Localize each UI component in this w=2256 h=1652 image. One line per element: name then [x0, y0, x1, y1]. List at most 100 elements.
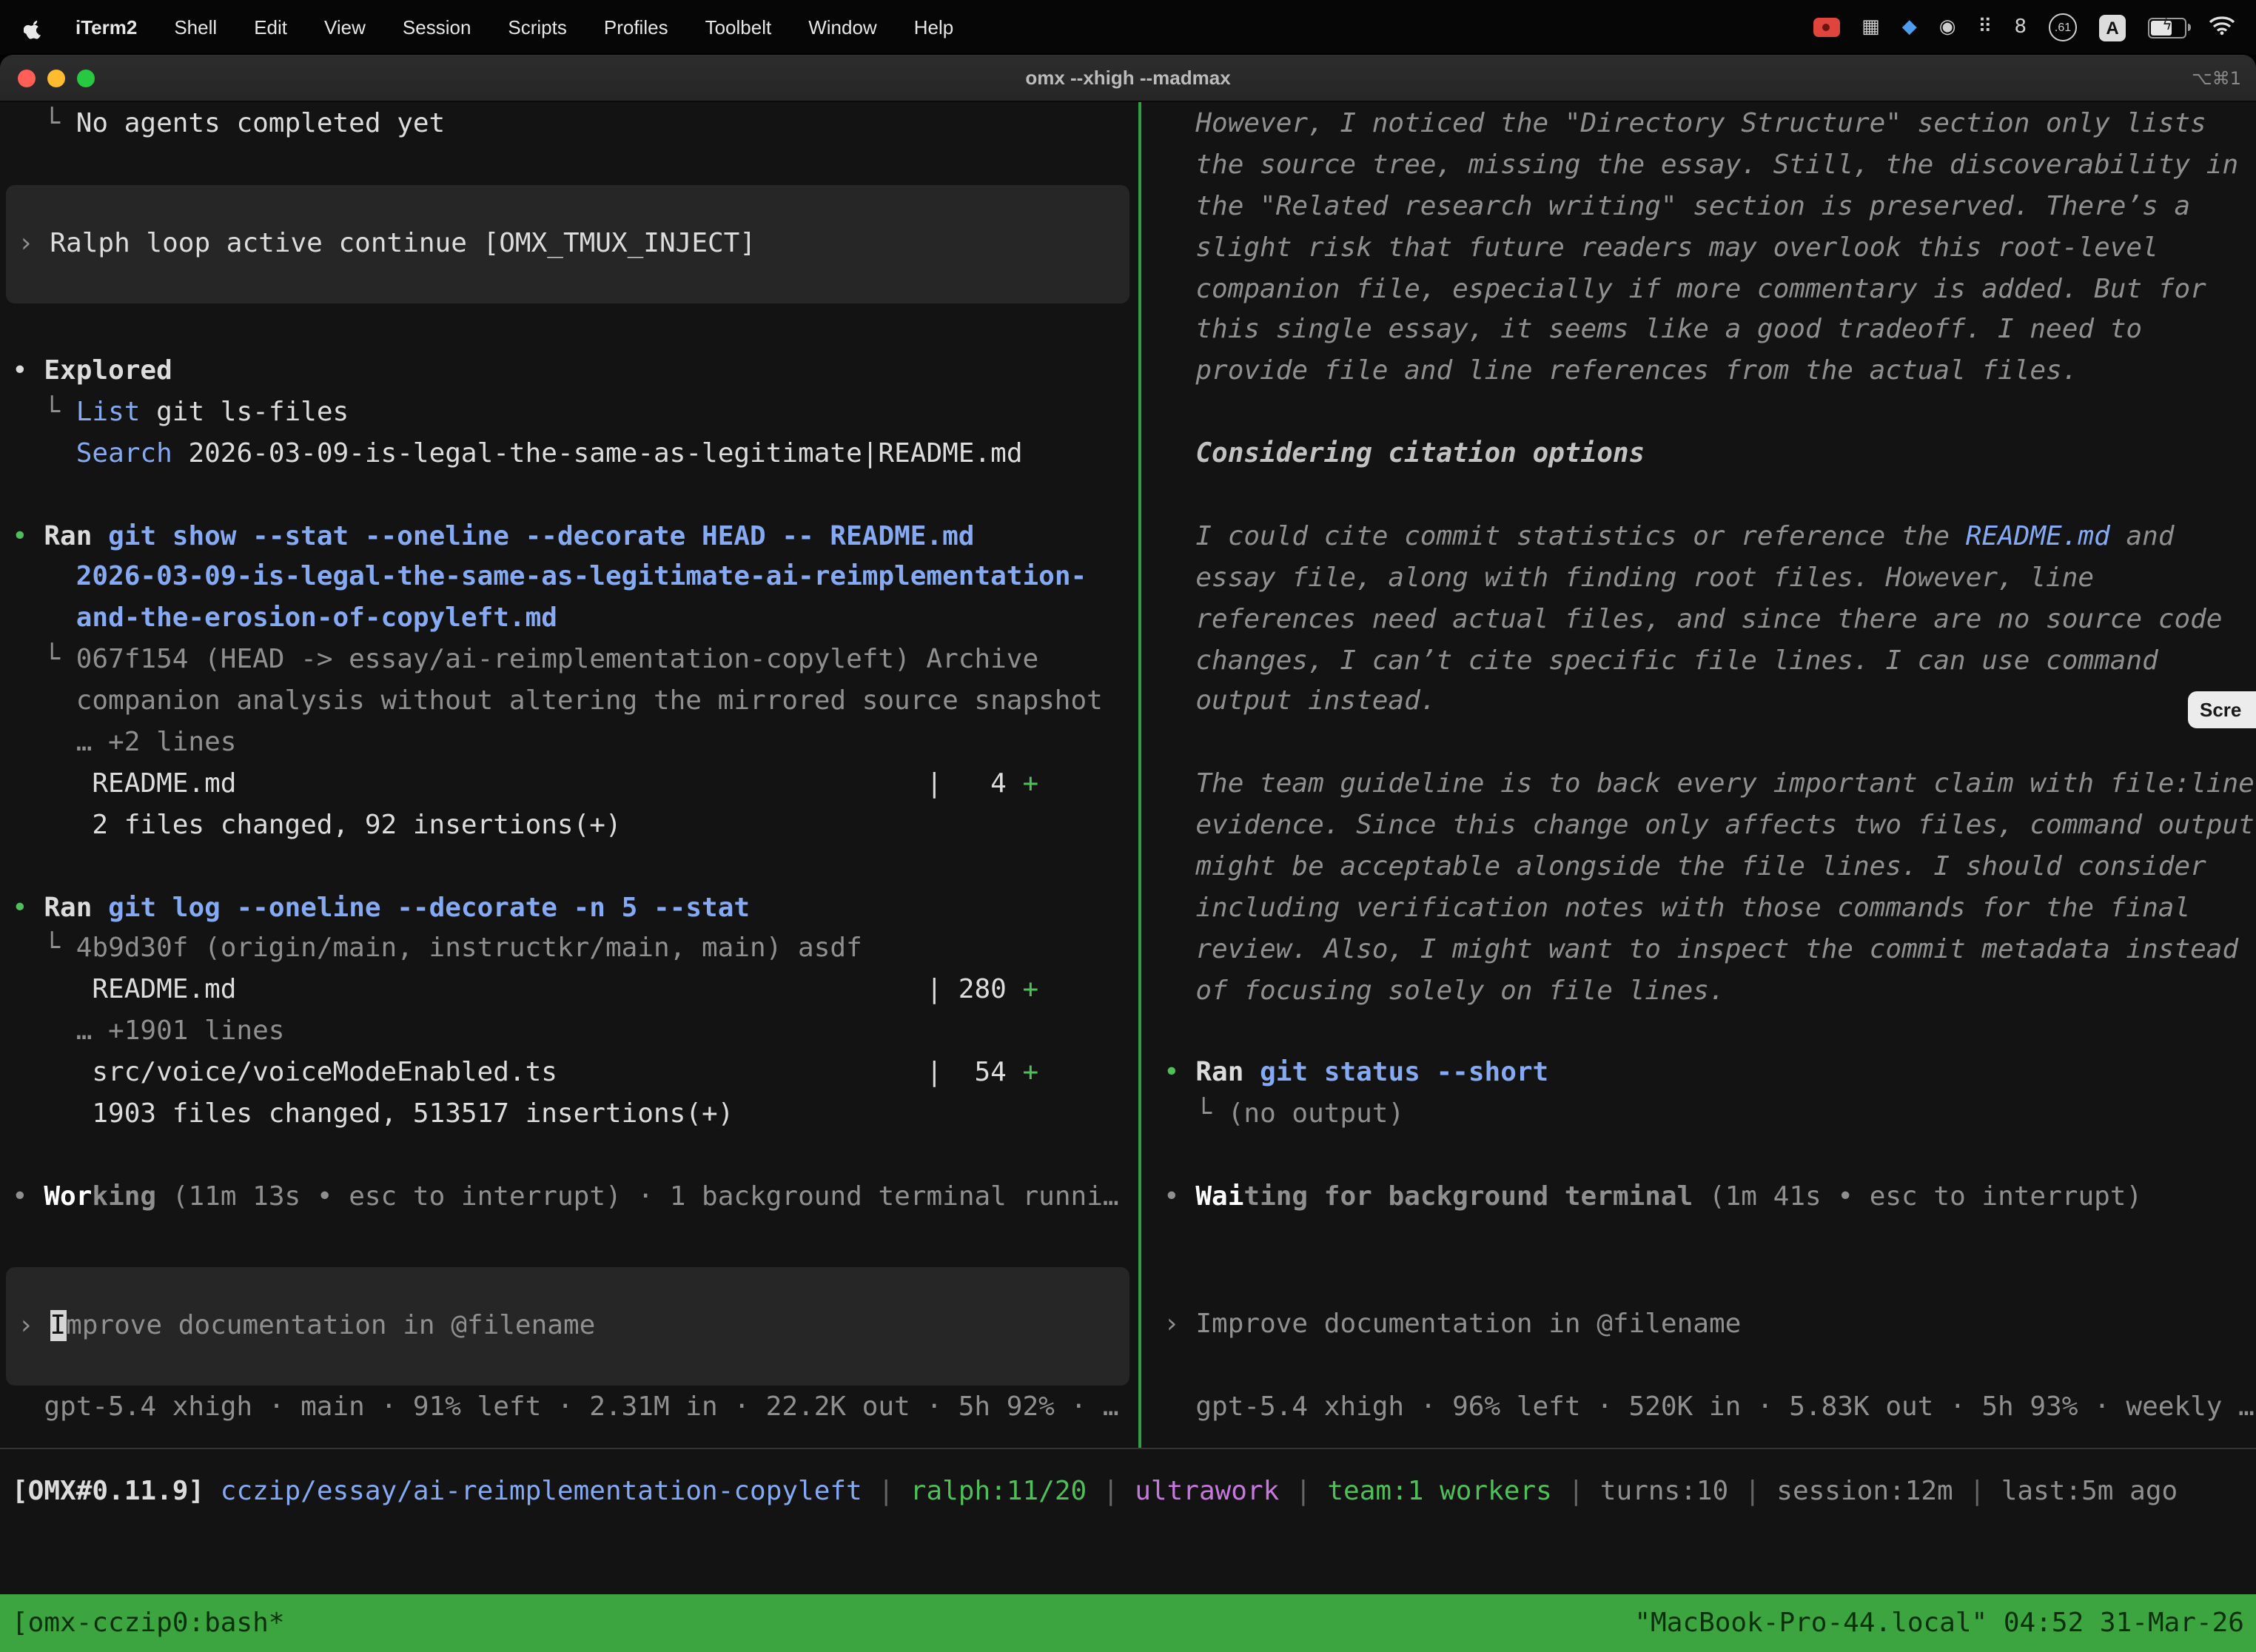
- omx-segment: session:12m: [1776, 1476, 1953, 1507]
- right-status: gpt-5.4 xhigh · 96% left · 520K in · 5.8…: [1164, 1387, 2256, 1428]
- text-segment: | 54: [926, 1057, 1022, 1088]
- terminal-line: 1903 files changed, 513517 insertions(+): [12, 1094, 1138, 1135]
- menu-item-profiles[interactable]: Profiles: [604, 16, 668, 38]
- window-grid-icon[interactable]: ▦: [1861, 16, 1880, 38]
- text-segment: 4b9d30f (origin/main, instructkr/main, m…: [76, 933, 862, 964]
- menu-item-edit[interactable]: Edit: [254, 16, 287, 38]
- menu-item-view[interactable]: View: [324, 16, 366, 38]
- text-segment: provide file and line references from th…: [1164, 356, 2078, 387]
- text-segment: ›: [18, 228, 50, 259]
- text-segment: gpt-5.4 xhigh · 96% left · 520K in · 5.8…: [1164, 1391, 2255, 1423]
- text-segment: └: [1164, 1099, 1228, 1130]
- text-segment: I: [50, 1310, 66, 1341]
- left-input-box[interactable]: › Improve documentation in @filename: [6, 1267, 1129, 1386]
- text-segment: (11m 13s • esc to interrupt) · 1 backgro…: [156, 1181, 1118, 1212]
- menu-item-session[interactable]: Session: [403, 16, 471, 38]
- text-segment: +: [1023, 975, 1039, 1006]
- pane-divider[interactable]: [1138, 102, 1141, 1448]
- terminal-line: › Improve documentation in @filename: [1164, 1304, 2256, 1346]
- left-agents-note: └ No agents completed yet: [12, 104, 1138, 145]
- text-segment: 067f154 (HEAD -> essay/ai-reimplementati…: [76, 644, 1038, 675]
- text-segment: companion analysis without altering the …: [12, 685, 1103, 716]
- terminal-line: • Waiting for background terminal (1m 41…: [1164, 1177, 2256, 1218]
- app-icon-round[interactable]: ◉: [1939, 16, 1956, 38]
- terminal-line: evidence. Since this change only affects…: [1164, 805, 2256, 847]
- app-icon-eight[interactable]: 8: [2014, 16, 2027, 38]
- terminal-line: └ List git ls-files: [12, 392, 1138, 434]
- terminal-line: › Ralph loop active continue [OMX_TMUX_I…: [18, 224, 1129, 265]
- menu-item-help[interactable]: Help: [914, 16, 954, 38]
- terminal-line: Search 2026-03-09-is-legal-the-same-as-l…: [12, 434, 1138, 475]
- window-titlebar[interactable]: omx --xhigh --madmax ⌥⌘1: [0, 55, 2256, 102]
- text-segment: ting for background terminal: [1243, 1181, 1693, 1212]
- text-segment: git ls-files: [140, 397, 349, 428]
- screen: iTerm2 Shell Edit View Session Scripts Profile…: [0, 0, 2256, 1652]
- close-button[interactable]: [18, 69, 36, 87]
- tmux-window-name[interactable]: [omx-cczip0:bash*: [12, 1608, 284, 1639]
- left-inject-box: › Ralph loop active continue [OMX_TMUX_I…: [6, 185, 1129, 303]
- apps-grid-icon[interactable]: ⠿: [1978, 16, 1992, 38]
- terminal-line: output instead.: [1164, 682, 2256, 723]
- apple-menu-icon[interactable]: [24, 16, 43, 39]
- omx-segment: last:5m ago: [2001, 1476, 2178, 1507]
- text-segment: 1903 files changed, 513517 insertions(+): [12, 1098, 733, 1129]
- text-segment: [92, 520, 108, 551]
- text-segment: evidence. Since this change only affects…: [1164, 810, 2255, 841]
- menu-bar-items: iTerm2 Shell Edit View Session Scripts Profile…: [75, 16, 953, 38]
- text-segment: Ran: [44, 892, 92, 923]
- text-segment: └: [12, 644, 76, 675]
- text-segment: git log --oneline --decorate -n 5 --stat: [108, 892, 750, 923]
- menu-item-toolbelt[interactable]: Toolbelt: [705, 16, 772, 38]
- text-segment: Ran: [1195, 1058, 1243, 1089]
- text-segment: •: [12, 520, 44, 551]
- text-segment: List: [76, 397, 141, 428]
- app-icon-blue[interactable]: ◆: [1902, 16, 1917, 38]
- text-segment: +: [1023, 768, 1039, 799]
- text-segment: references need actual files, and since …: [1164, 603, 2223, 634]
- text-segment: Wai: [1195, 1181, 1243, 1212]
- menu-item-iterm2[interactable]: iTerm2: [75, 16, 137, 38]
- omx-segment: team:1 workers: [1327, 1476, 1551, 1507]
- terminal-line: The team guideline is to back every impo…: [1164, 765, 2256, 806]
- terminal-line: companion file, especially if more comme…: [1164, 269, 2256, 310]
- screen-recording-indicator[interactable]: [1813, 18, 1839, 37]
- screen-share-chip[interactable]: Scre: [2188, 691, 2256, 728]
- terminal-line: … +1901 lines: [12, 1012, 1138, 1053]
- right-input[interactable]: › Improve documentation in @filename: [1164, 1304, 2256, 1346]
- text-segment: changes, I can’t cite specific file line…: [1164, 645, 2158, 676]
- wifi-icon[interactable]: [2209, 15, 2235, 40]
- text-segment: king: [92, 1181, 156, 1212]
- zoom-button[interactable]: [77, 69, 95, 87]
- menu-item-shell[interactable]: Shell: [174, 16, 217, 38]
- text-segment: •: [12, 892, 44, 923]
- text-segment: ›: [1164, 1309, 1195, 1340]
- text-segment: companion file, especially if more comme…: [1164, 273, 2206, 304]
- terminal-line: including verification notes with those …: [1164, 888, 2256, 930]
- pane-left: └ No agents completed yet › Ralph loop ac…: [0, 102, 1138, 1448]
- battery-icon[interactable]: ϟ: [2148, 17, 2186, 38]
- percent-badge[interactable]: .61: [2049, 13, 2077, 41]
- omx-segment: |: [862, 1476, 910, 1507]
- terminal-line: review. Also, I might want to inspect th…: [1164, 930, 2256, 971]
- text-segment: └: [12, 397, 76, 428]
- input-source-icon[interactable]: A: [2099, 14, 2126, 41]
- text-segment: src/voice/voiceModeEnabled.ts: [12, 1057, 926, 1088]
- menu-item-window[interactable]: Window: [808, 16, 877, 38]
- terminal-line: README.md | 280 +: [12, 970, 1138, 1012]
- text-segment: ›: [18, 1310, 50, 1341]
- terminal-line: Considering citation options: [1164, 434, 2256, 475]
- terminal-line: of focusing solely on file lines.: [1164, 970, 2256, 1012]
- omx-segment: |: [1279, 1476, 1327, 1507]
- text-segment: (no output): [1228, 1099, 1404, 1130]
- minimize-button[interactable]: [47, 69, 65, 87]
- text-segment: | 4: [926, 768, 1022, 799]
- omx-segment: [OMX#0.11.9]: [12, 1476, 204, 1507]
- text-segment: Explored: [44, 355, 172, 386]
- text-segment: this single essay, it seems like a good …: [1164, 315, 2142, 346]
- menu-item-scripts[interactable]: Scripts: [508, 16, 566, 38]
- omx-segment: cczip/essay/ai-reimplementation-copyleft: [221, 1476, 862, 1507]
- terminal-line: However, I noticed the "Directory Struct…: [1164, 104, 2256, 145]
- terminal-line: └ (no output): [1164, 1095, 2256, 1136]
- text-segment: slight risk that future readers may over…: [1164, 232, 2158, 263]
- text-segment: mprove documentation in @filename: [66, 1310, 595, 1341]
